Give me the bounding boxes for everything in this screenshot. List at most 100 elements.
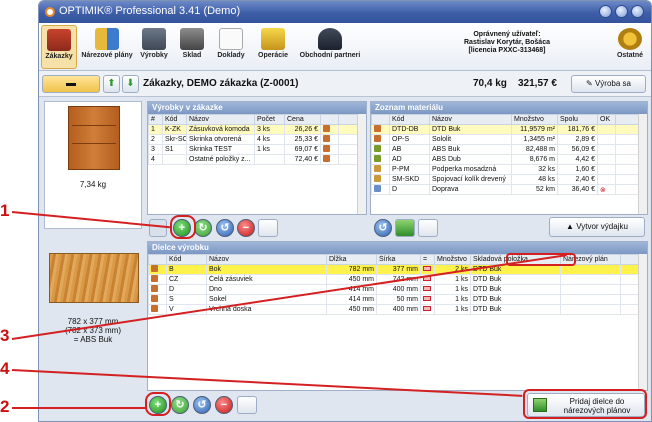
maximize-icon[interactable] (615, 5, 628, 18)
col-header[interactable]: Šírka (376, 254, 421, 265)
col-header[interactable]: Dĺžka (326, 254, 377, 265)
materials-scrollbar[interactable] (638, 114, 647, 214)
cell (371, 144, 390, 155)
cell: 400 mm (376, 284, 421, 295)
cart-icon[interactable] (323, 125, 330, 132)
table-row[interactable]: OP-S Sololit 1,3455 m² 2,89 € (371, 134, 647, 145)
cell: Zásuvková komoda (186, 124, 255, 135)
products-table: # Kód Názov Počet Cena 1 K-ZK Zásuvková ko… (148, 114, 366, 165)
cell (162, 154, 187, 165)
print-materials-button[interactable] (418, 219, 438, 237)
cell: CZ (166, 274, 207, 285)
col-header[interactable]: Kód (162, 114, 187, 125)
export-materials-button[interactable] (395, 219, 415, 237)
toolbar-ostatne[interactable]: Ostatné (611, 25, 649, 69)
table-row[interactable]: 3 S1 Skrinka TEST 1 ks 69,07 € (148, 144, 366, 155)
hardware-icon (374, 165, 381, 172)
table-row[interactable]: DTD-DB DTD Buk 11,9579 m² 181,76 € (371, 124, 647, 135)
delete-product-button[interactable]: − (237, 219, 255, 237)
folder-button[interactable]: ▬ (42, 75, 100, 93)
vyroba-button[interactable]: ✎ Výroba sa (571, 75, 646, 93)
table-row[interactable]: SM-SKD Spojovací kolík drevený 48 ks 2,40 € (371, 174, 647, 185)
cart-icon[interactable] (323, 155, 330, 162)
add-part-from-catalog-button[interactable]: ↻ (171, 396, 189, 414)
table-row[interactable]: 1 K-ZK Zásuvková komoda 3 ks 26,26 € (148, 124, 366, 135)
table-header: # Kód Názov Počet Cena (148, 114, 366, 125)
table-row[interactable]: D Doprava 52 km 36,40 € ⊗ (371, 184, 647, 195)
table-row[interactable]: 4 Ostatné položky z... 72,40 € (148, 154, 366, 165)
cell: Skr-SO (162, 134, 187, 145)
cell: 72,40 € (284, 154, 321, 165)
minimize-icon[interactable] (599, 5, 612, 18)
toolbar-label: Doklady (217, 52, 245, 59)
cell: 82,488 m (511, 144, 558, 155)
toolbar-doklady[interactable]: Doklady (213, 25, 249, 69)
cell: 56,09 € (557, 144, 598, 155)
parts-scrollbar[interactable] (638, 254, 647, 390)
table-row[interactable]: 2 Skr-SO Skrinka otvorená 4 ks 25,33 € (148, 134, 366, 145)
table-row[interactable]: D Dno 414 mm 400 mm 1 ks DTD Buk (148, 284, 647, 295)
col-header[interactable]: Množstvo (511, 114, 558, 125)
col-header[interactable]: Počet (254, 114, 285, 125)
callout-4: 4 (0, 359, 10, 378)
table-row[interactable]: AD ABS Dub 8,676 m 4,42 € (371, 154, 647, 165)
cell (371, 184, 390, 195)
col-header[interactable]: Názov (186, 114, 255, 125)
toolbar-sklad[interactable]: Sklad (175, 25, 209, 69)
partners-icon (318, 28, 342, 50)
minus-icon: − (220, 399, 228, 411)
cart-icon[interactable] (323, 135, 330, 142)
delete-part-button[interactable]: − (215, 396, 233, 414)
app-logo-icon (45, 7, 55, 17)
col-header[interactable]: Názov (429, 114, 512, 125)
refresh-parts-button[interactable]: ↺ (193, 396, 211, 414)
cell (560, 304, 621, 315)
arrow-up-icon: ⬆ (107, 78, 116, 89)
toolbar-operacie[interactable]: Operácie (253, 25, 293, 69)
toolbar-narezove-plany[interactable]: Nárezové plány (81, 25, 133, 69)
refresh-icon: ↺ (197, 399, 207, 411)
toolbar-vyrobky[interactable]: Výrobky (137, 25, 171, 69)
toolbar-label: Ostatné (616, 52, 644, 59)
toolbar-obchodni-partneri[interactable]: Obchodní partneri (297, 25, 363, 69)
callout-line-2 (12, 407, 146, 409)
down-button[interactable]: ⬇ (122, 75, 139, 93)
products-scrollbar[interactable] (357, 114, 366, 214)
user-label: Oprávnený užívateľ: (473, 31, 541, 38)
refresh-materials-button[interactable]: ↺ (374, 219, 392, 237)
minus-icon: − (242, 222, 250, 234)
col-header[interactable]: Kód (389, 114, 430, 125)
table-row[interactable]: AB ABS Buk 82,488 m 56,09 € (371, 144, 647, 155)
edge-band-icon (374, 145, 381, 152)
refresh-button[interactable]: ↺ (216, 219, 234, 237)
create-issue-button[interactable]: ▲ Vytvor výdajku (549, 217, 645, 237)
product-thumbnail: 7,34 kg (44, 101, 142, 229)
col-header[interactable]: Cena (284, 114, 321, 125)
cell: K-ZK (162, 124, 187, 135)
edge-flag-icon (423, 306, 431, 311)
col-header[interactable]: OK (597, 114, 616, 125)
table-row[interactable]: P-PM Podperka mosadzná 32 ks 1,60 € (371, 164, 647, 175)
cart-icon[interactable] (323, 145, 330, 152)
main-toolbar: Zákazky Nárezové plány Výrobky Sklad Dok… (39, 23, 651, 71)
print-products-button[interactable] (258, 219, 278, 237)
close-icon[interactable] (631, 5, 644, 18)
toggle-list-button[interactable] (149, 219, 167, 237)
col-header[interactable]: Kód (166, 254, 207, 265)
col-header[interactable]: Spolu (557, 114, 598, 125)
cell: 3 (148, 144, 163, 155)
col-header[interactable]: Množstvo (434, 254, 471, 265)
col-header[interactable]: # (148, 114, 163, 125)
cell: 414 mm (326, 294, 377, 305)
toolbar-zakazky[interactable]: Zákazky (41, 25, 77, 69)
add-from-catalog-button[interactable]: ↻ (194, 219, 212, 237)
col-header[interactable]: Názov (206, 254, 327, 265)
print-parts-button[interactable] (237, 396, 257, 414)
cell: 1,3455 m² (511, 134, 558, 145)
refresh-icon: ↺ (378, 222, 388, 234)
col-header[interactable]: = (420, 254, 435, 265)
table-row[interactable]: BBok782 mm377 mm2 ksDTD Buk (148, 264, 647, 275)
up-button[interactable]: ⬆ (103, 75, 120, 93)
table-row[interactable]: S Sokel 414 mm 50 mm 1 ks DTD Buk (148, 294, 647, 305)
gears-icon (618, 28, 642, 50)
